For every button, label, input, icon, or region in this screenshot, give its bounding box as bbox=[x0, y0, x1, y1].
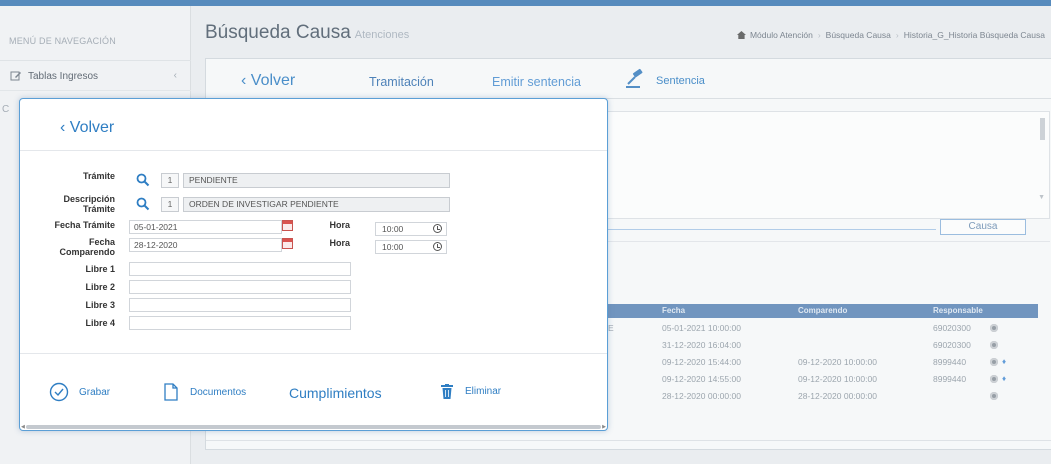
libre-2-field[interactable] bbox=[129, 280, 351, 294]
descripcion-code-field[interactable]: 1 bbox=[161, 197, 179, 212]
grabar-button[interactable]: Grabar bbox=[49, 382, 110, 402]
modal-back-button[interactable]: ‹ Volver bbox=[60, 119, 114, 137]
libre-3-label: Libre 3 bbox=[85, 300, 115, 310]
descripcion-value-field[interactable]: ORDEN DE INVESTIGAR PENDIENTE bbox=[183, 197, 450, 212]
scroll-left-icon[interactable]: ◀ bbox=[21, 424, 25, 430]
eliminar-label: Eliminar bbox=[465, 386, 502, 397]
check-circle-icon bbox=[49, 382, 69, 402]
tramite-code-field[interactable]: 1 bbox=[161, 173, 179, 188]
documentos-button[interactable]: Documentos bbox=[164, 383, 246, 401]
back-label: Volver bbox=[69, 119, 115, 136]
tramite-modal: ‹ Volver Trámite 1 PENDIENTE Descripción… bbox=[19, 98, 608, 431]
fecha-tramite-field[interactable]: 05-01-2021 bbox=[129, 220, 282, 234]
libre-1-field[interactable] bbox=[129, 262, 351, 276]
label-line: Descripción bbox=[63, 194, 115, 204]
grabar-label: Grabar bbox=[79, 386, 111, 398]
document-icon bbox=[164, 383, 178, 401]
hora-label: Hora bbox=[329, 238, 350, 248]
calendar-icon[interactable] bbox=[282, 220, 293, 231]
libre-4-label: Libre 4 bbox=[85, 318, 115, 328]
fecha-comparendo-field[interactable]: 28-12-2020 bbox=[129, 238, 282, 252]
horizontal-scrollbar[interactable] bbox=[26, 425, 601, 429]
label-line: Fecha bbox=[88, 237, 115, 247]
clock-icon[interactable] bbox=[433, 242, 442, 251]
tramite-value-field[interactable]: PENDIENTE bbox=[183, 173, 450, 188]
label-line: Trámite bbox=[82, 204, 115, 214]
clock-icon[interactable] bbox=[433, 224, 442, 233]
trash-icon bbox=[441, 384, 453, 399]
documentos-label: Documentos bbox=[190, 386, 247, 398]
search-icon[interactable] bbox=[136, 197, 150, 211]
libre-2-label: Libre 2 bbox=[85, 282, 115, 292]
cumplimientos-button[interactable]: Cumplimientos bbox=[289, 385, 382, 401]
tramite-label: Trámite bbox=[82, 171, 115, 181]
search-icon[interactable] bbox=[136, 173, 150, 187]
fecha-comparendo-label: Fecha Comparendo bbox=[40, 237, 115, 257]
label-line: Comparendo bbox=[59, 247, 115, 257]
descripcion-label: Descripción Trámite bbox=[50, 194, 115, 214]
divider bbox=[20, 150, 607, 151]
libre-3-field[interactable] bbox=[129, 298, 351, 312]
scroll-right-icon[interactable]: ▶ bbox=[602, 424, 606, 430]
fecha-tramite-label: Fecha Trámite bbox=[54, 220, 115, 230]
divider bbox=[20, 353, 607, 354]
eliminar-button[interactable]: Eliminar bbox=[441, 384, 501, 399]
hora-label: Hora bbox=[329, 220, 350, 230]
libre-1-label: Libre 1 bbox=[85, 264, 115, 274]
calendar-icon[interactable] bbox=[282, 238, 293, 249]
libre-4-field[interactable] bbox=[129, 316, 351, 330]
